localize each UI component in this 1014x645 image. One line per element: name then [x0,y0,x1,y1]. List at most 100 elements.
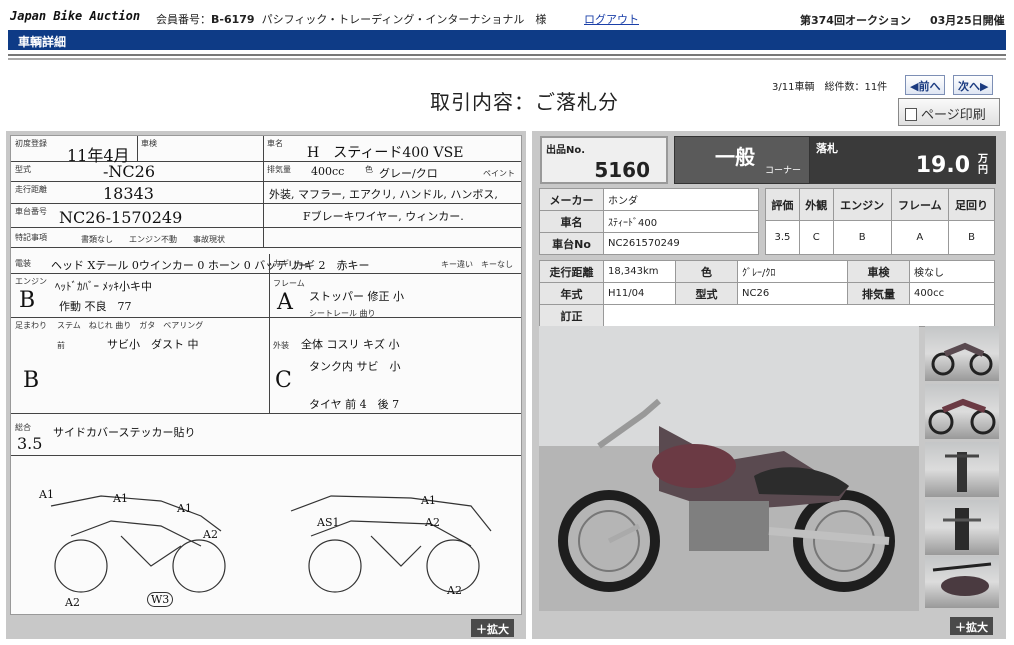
spec-inspection: 検なし [909,260,995,283]
sheet-row: 足まわり ステム ねじれ 曲り ガタ ベアリング 前 サビ小 ダスト 中 B 外… [11,318,521,414]
sheet-susp-notes: ステム ねじれ 曲り ガタ ベアリング [57,321,204,330]
spec-mileage: 18,343km [603,260,676,283]
sheet-row: エンジン B ﾍｯﾄﾞｶﾊﾞｰ ﾒｯｷ小キ中 作動 不良 77 フレーム A ス… [11,274,521,318]
grade-value: A [890,220,950,255]
sheet-label: エンジン [15,277,47,286]
damage-mark: A1 [177,502,192,515]
sheet-label: 車名 [267,139,283,148]
sheet-row: 総合 3.5 サイドカバーステッカー貼り [11,420,521,456]
sheet-row: 型式 -NC26 排気量 400cc 色 グレー/クロ ペイント [11,162,521,182]
section-bar: 車輌詳細 [8,30,1006,50]
thumbnail-photo[interactable] [925,500,999,555]
sheet-label: 前 [57,341,65,350]
sheet-options: 外装, マフラー, エアクリ, ハンドル, ハンボス, [269,188,498,201]
print-button[interactable]: ページ印刷 [898,98,1000,126]
table-row: 車台No NC261570249 [539,232,759,255]
member-id: B-6179 [211,13,255,26]
thumbnail-photo[interactable] [925,384,999,439]
expand-sheet-button[interactable]: ＋拡大 [471,619,514,637]
damage-mark: A2 [425,516,440,529]
spec-maker: ホンダ [603,188,759,211]
lot-label: 出品No. [546,145,586,156]
spec-year: H11/04 [603,282,676,305]
sheet-row: 車台番号 NC26-1570249 Fブレーキワイヤー, ウィンカー. [11,204,521,228]
grade-header: 足回り [948,188,995,221]
sheet-label: 走行距離 [15,185,47,194]
corner-box: 一般 コーナー [674,136,810,184]
sheet-frame-no: NC26-1570249 [59,208,183,227]
sheet-label: 足まわり [15,321,47,330]
sheet-label: カギ [273,259,289,268]
sheet-name: H スティード400 VSE [307,145,464,161]
table-row: 年式 H11/04 型式 NC26 排気量 400cc [539,282,995,305]
grade-value: C [798,220,834,255]
sheet-label: 色 [365,165,373,174]
sheet-line [263,136,264,162]
sheet-row: 初度登録 11年4月 車検 車名 H スティード400 VSE [11,136,521,165]
lot-number: 5160 [594,158,650,182]
sheet-key: カギ 2 赤キー [293,259,370,272]
bid-unit: 万円 [978,154,988,176]
spec-label: 車名 [539,210,604,233]
sheet-label: ペイント [483,169,515,178]
sheet-options: Fブレーキワイヤー, ウィンカー. [303,210,464,223]
damage-mark: A2 [447,584,462,597]
member-info: 会員番号：B-6179 パシフィック・トレーディング・インターナショナル 様 [156,11,546,27]
sheet-label: 車検 [141,139,157,148]
print-label: ページ印刷 [921,108,986,123]
sheet-label: 排気量 [267,165,291,174]
sheet-mileage: 18343 [103,184,154,203]
sheet-label: 車台番号 [15,207,47,216]
page-title: 取引内容：ご落札分 [430,90,619,114]
logout-link[interactable]: ログアウト [584,11,639,27]
spec-label: 訂正 [539,304,604,327]
spec-label: メーカー [539,188,604,211]
prev-button[interactable]: ◀前へ [905,75,946,95]
sheet-line [137,136,138,162]
sheet-special-opts: 書類なし エンジン不動 事故現状 [81,235,225,244]
thumbnail-photo[interactable] [925,442,999,497]
sheet-label: 総合 [15,423,31,432]
expand-photo-button[interactable]: ＋拡大 [950,617,993,635]
thumbnail-photo[interactable] [925,556,999,608]
site-logo[interactable]: Japan Bike Auction [10,9,140,23]
spec-label: 走行距離 [539,260,604,283]
sheet-stopper-note: ストッパー 修正 小 [309,290,404,303]
sheet-key-opts: キー違い キーなし [441,260,513,269]
next-button[interactable]: 次へ▶ [953,75,994,95]
damage-mark: A1 [39,488,54,501]
sheet-engine-note: ﾍｯﾄﾞｶﾊﾞｰ ﾒｯｷ小キ中 [55,280,152,293]
grade-header: エンジン [832,188,892,221]
member-name: パシフィック・トレーディング・インターナショナル 様 [261,13,547,26]
auction-sheet-image[interactable]: 初度登録 11年4月 車検 車名 H スティード400 VSE 型式 -NC26… [10,135,522,615]
damage-mark: A1 [113,492,128,505]
table-row: メーカー ホンダ [539,188,759,211]
sheet-line [263,162,264,182]
divider [8,54,1006,56]
table-row: 訂正 [539,304,995,327]
spec-label: 車検 [847,260,910,283]
spec-label: 排気量 [847,282,910,305]
top-bar: Japan Bike Auction 会員番号：B-6179 パシフィック・トレ… [0,0,1014,30]
sheet-label: 初度登録 [15,139,47,148]
basic-spec-table: メーカー ホンダ 車名 ｽﾃｨｰﾄﾞ400 車台No NC261570249 [539,188,759,255]
thumbnail-photo[interactable] [925,326,999,381]
bid-box: 落札 19.0 万円 [810,136,996,184]
sheet-tire-note: タイヤ 前 4 後 7 [309,398,400,411]
sheet-suspension-grade: B [23,368,40,393]
sheet-label: 特記事項 [15,233,47,242]
main-vehicle-photo[interactable] [539,326,919,611]
spec-displacement: 400cc [909,282,995,305]
sheet-row: 走行距離 18343 外装, マフラー, エアクリ, ハンドル, ハンボス, [11,182,521,248]
damage-mark: A2 [203,528,218,541]
sheet-exterior-note: 全体 コスリ キズ 小 [301,338,400,351]
sheet-color: グレー/クロ [379,167,438,180]
sheet-row: 特記事項 書類なし エンジン不動 事故現状 [11,228,521,248]
grade-value: 3.5 [765,220,800,255]
sheet-engine-grade: B [19,288,36,313]
spec-label: 色 [675,260,738,283]
sheet-label: フレーム [273,279,305,288]
sheet-exterior-grade: C [275,368,292,393]
damage-mark: W3 [147,592,174,607]
table-row: 走行距離 18,343km 色 ｸﾞﾚｰ/ｸﾛ 車検 検なし [539,260,995,283]
